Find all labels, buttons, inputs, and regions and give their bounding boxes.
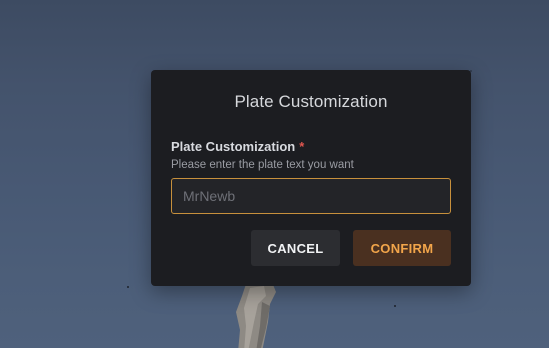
background-speck <box>127 286 129 288</box>
background-speck <box>394 305 396 307</box>
dialog-title: Plate Customization <box>234 92 388 111</box>
required-indicator: * <box>299 139 305 154</box>
background-figure <box>236 282 276 348</box>
plate-customization-dialog: Plate Customization Plate Customization *… <box>151 70 471 286</box>
confirm-button[interactable]: CONFIRM <box>353 230 451 266</box>
cancel-button[interactable]: CANCEL <box>251 230 340 266</box>
plate-text-input[interactable] <box>171 178 451 214</box>
field-help-text: Please enter the plate text you want <box>171 159 354 171</box>
field-label-text: Plate Customization <box>171 139 296 154</box>
field-label: Plate Customization * <box>171 139 304 154</box>
